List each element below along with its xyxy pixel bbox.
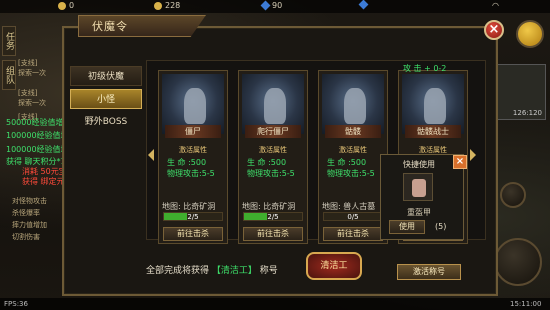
gold-value: 228 <box>165 1 181 10</box>
side-menu-item[interactable]: 切割伤害 <box>12 232 40 242</box>
monster-figure-icon <box>344 88 366 124</box>
reward-title: 【清洁工】 <box>211 266 257 276</box>
currency-yuanbao: 0 <box>58 1 74 10</box>
use-button[interactable]: 使用 <box>389 220 425 234</box>
side-menu-item[interactable]: 杀怪爆率 <box>12 208 40 218</box>
nav-tab-minions[interactable]: 小怪 <box>70 89 142 109</box>
kill-progress-bar: 2/5 <box>243 212 303 221</box>
side-tab-task[interactable]: 任务 <box>2 26 16 56</box>
attr-title: 激活属性 <box>179 146 207 154</box>
reward-suffix: 称号 <box>259 266 278 276</box>
category-nav: 初级伏魔 小怪 野外BOSS <box>70 66 142 135</box>
go-kill-button[interactable]: 前往击杀 <box>163 227 223 241</box>
monster-figure-icon <box>264 88 286 124</box>
monster-card: 骷髅激活属性生 命 :500 物理攻击:5-5 地图: 兽人古墓 0/5 前往击杀 <box>318 70 388 244</box>
monster-figure-icon <box>184 88 206 124</box>
item-count: (5) <box>435 222 447 231</box>
currency-bound <box>358 0 369 10</box>
quick-use-close-button[interactable]: × <box>453 155 467 169</box>
completion-reward-text: 全部完成将获得 【清洁工】 称号 <box>146 263 278 276</box>
reward-prefix: 全部完成将获得 <box>146 266 210 276</box>
monster-figure-icon <box>424 88 446 124</box>
side-menu-item[interactable]: 对怪物攻击 <box>12 196 47 206</box>
minimap[interactable]: 126:120 <box>492 64 546 120</box>
activate-title-button[interactable]: 激活称号 <box>397 264 461 280</box>
progress-text: 2/5 <box>187 213 199 221</box>
stat-attack: 物理攻击:5-5 <box>327 169 375 178</box>
item-slot[interactable] <box>403 173 433 201</box>
attr-title: 激活属性 <box>339 146 367 154</box>
diamond-icon <box>260 0 271 11</box>
gold-icon <box>154 1 162 10</box>
monster-name: 骷髅战士 <box>405 125 461 138</box>
nav-tab-junior[interactable]: 初级伏魔 <box>70 66 142 86</box>
monster-map: 地图: 比奇矿洞 <box>242 202 296 211</box>
item-name: 重盔甲 <box>407 208 431 217</box>
clock: 15:11:00 <box>510 300 542 308</box>
nav-tab-field-boss[interactable]: 野外BOSS <box>70 112 142 132</box>
currency-diamond: 90 <box>260 0 283 11</box>
close-button[interactable]: × <box>484 20 504 40</box>
quest-label[interactable]: [支线] <box>18 88 37 98</box>
left-hud: 任务 组队 [支线] 探索一次 [支线] 探索一次 [支线] 50000经验值增… <box>0 14 89 304</box>
title-seal-badge: 清洁工 <box>306 252 362 280</box>
yuanbao-icon <box>58 1 66 10</box>
monster-card: 爬行僵尸激活属性生 命 :500 物理攻击:5-5 地图: 比奇矿洞 2/5 前往击杀 <box>238 70 308 244</box>
currency-gold: 228 <box>154 1 180 10</box>
monster-name: 爬行僵尸 <box>245 125 301 138</box>
progress-text: 2/5 <box>267 213 279 221</box>
attr-title: 激活属性 <box>259 146 287 154</box>
go-kill-button[interactable]: 前往击杀 <box>323 227 383 241</box>
quest-desc: 探索一次 <box>18 99 46 107</box>
monster-name: 骷髅 <box>325 125 381 138</box>
scroll-left-arrow-icon[interactable] <box>148 149 154 161</box>
side-menu-item[interactable]: 摔力值增加 <box>12 220 47 230</box>
stat-attack: 物理攻击:5-5 <box>167 169 215 178</box>
monster-name: 僵尸 <box>165 125 221 138</box>
monster-map: 地图: 兽人古墓 <box>322 202 376 211</box>
fps-counter: FPS:36 <box>4 300 28 308</box>
kill-progress-bar: 0/5 <box>323 212 383 221</box>
attack-button[interactable] <box>494 238 542 286</box>
stat-attack: 物理攻击:5-5 <box>247 169 295 178</box>
bottom-hud: FPS:36 15:11:00 <box>0 298 550 310</box>
armor-icon <box>412 179 426 197</box>
kill-progress-bar: 2/5 <box>163 212 223 221</box>
monster-card: 僵尸激活属性生 命 :500 物理攻击:5-5 地图: 比奇矿洞 2/5 前往击杀 <box>158 70 228 244</box>
stat-hp: 生 命 :500 <box>167 158 207 167</box>
yuanbao-value: 0 <box>69 1 75 10</box>
minimap-coords: 126:120 <box>512 109 542 117</box>
right-hud: 126:120 <box>490 14 550 304</box>
wifi-indicator: ◠ <box>492 1 499 10</box>
quick-use-title: 快捷使用 <box>403 160 435 169</box>
stat-hp: 生 命 :500 <box>327 158 367 167</box>
quick-use-popup: 快捷使用 × 重盔甲 使用 (5) <box>380 154 467 240</box>
monster-map: 地图: 比奇矿洞 <box>162 202 216 211</box>
top-hud: 0 228 90 ◠ <box>0 0 550 13</box>
panel-title: 伏魔令 <box>92 20 128 33</box>
attack-bonus-text: 攻 击 + 0-2 <box>403 64 447 73</box>
quest-label[interactable]: [支线] <box>18 58 37 68</box>
diamond-value: 90 <box>272 1 283 10</box>
skill-button[interactable] <box>500 182 526 208</box>
stat-hp: 生 命 :500 <box>247 158 287 167</box>
quest-desc: 探索一次 <box>18 69 46 77</box>
progress-text: 0/5 <box>347 213 359 221</box>
go-kill-button[interactable]: 前往击杀 <box>243 227 303 241</box>
side-tab-team[interactable]: 组队 <box>2 60 16 90</box>
wifi-icon: ◠ <box>492 1 499 10</box>
scroll-right-arrow-icon[interactable] <box>470 149 476 161</box>
login-reward-button[interactable] <box>516 20 544 48</box>
bound-gem-icon <box>358 0 369 10</box>
